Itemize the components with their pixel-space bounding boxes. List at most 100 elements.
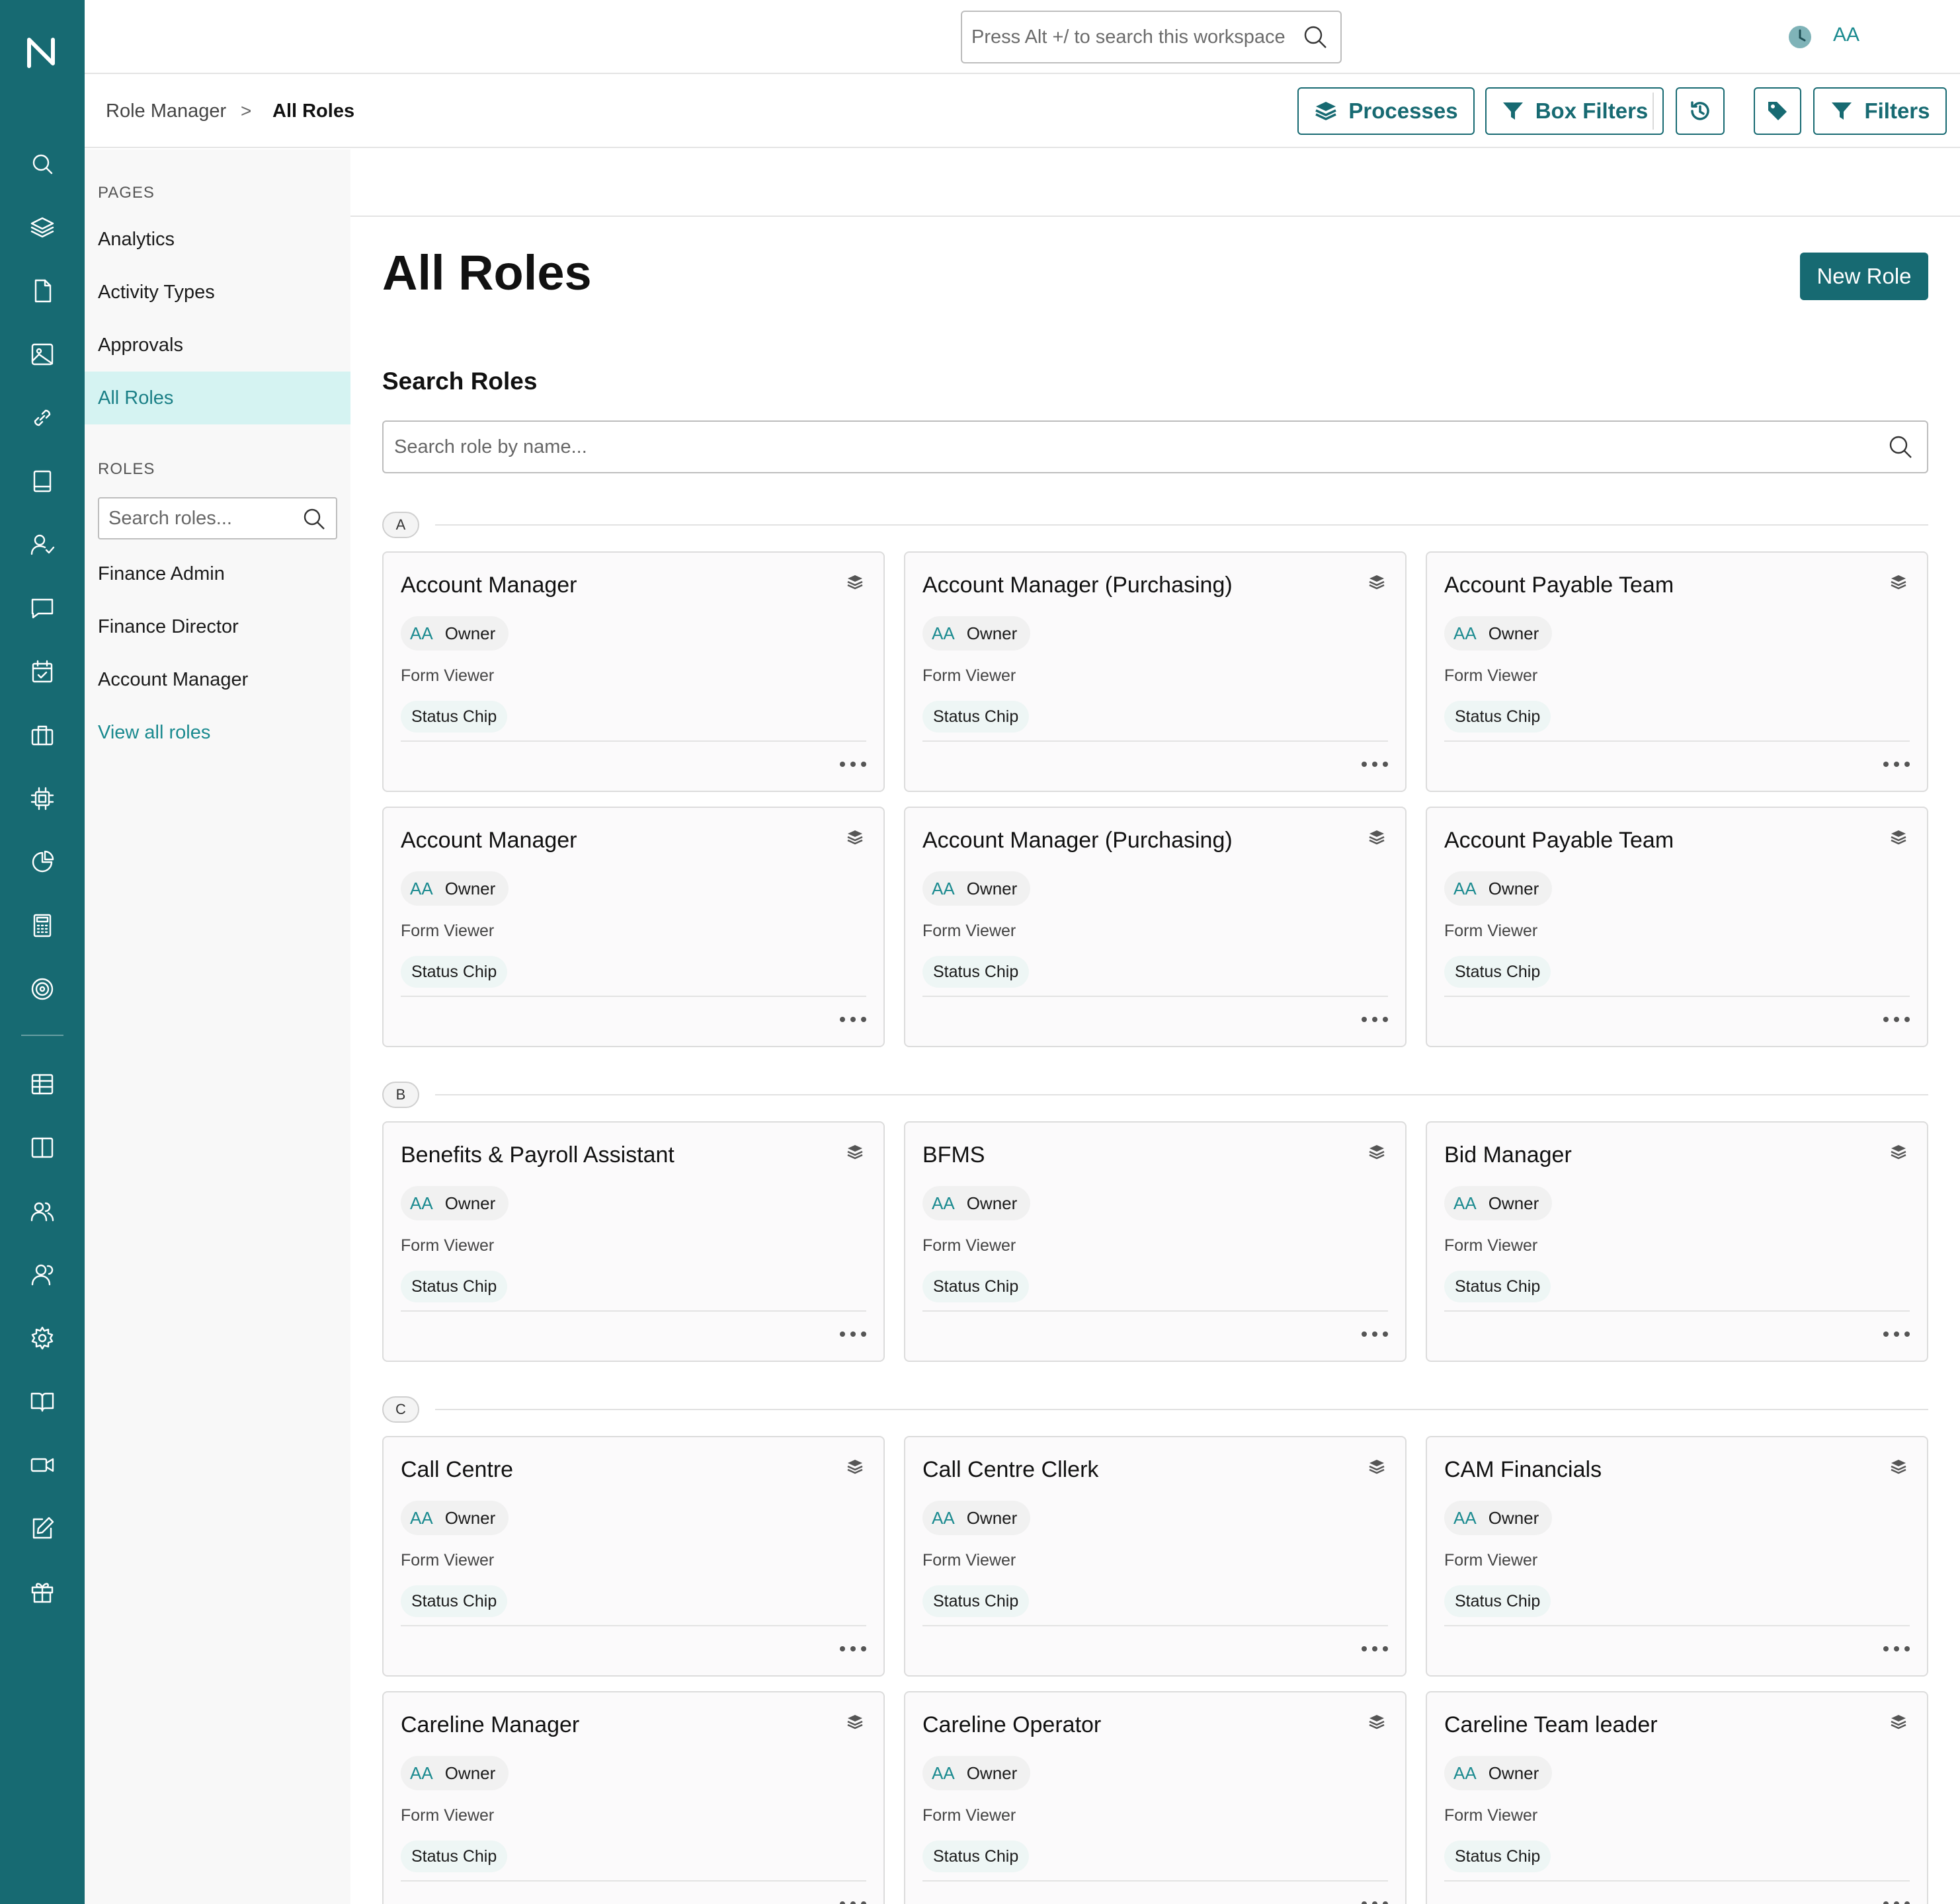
- role-card[interactable]: Call Centre AA Owner Form Viewer Status Chip: [382, 1436, 885, 1677]
- status-chip[interactable]: Status Chip: [922, 1271, 1030, 1302]
- role-card[interactable]: Account Payable Team AA Owner Form Viewer St…: [1426, 807, 1928, 1047]
- more-options-icon[interactable]: [840, 1013, 866, 1026]
- more-options-icon[interactable]: [840, 1897, 866, 1904]
- role-card-title[interactable]: Account Manager: [401, 828, 577, 853]
- role-card-title[interactable]: Call Centre Cllerk: [922, 1457, 1098, 1483]
- role-card-title[interactable]: Call Centre: [401, 1457, 513, 1483]
- role-card-title[interactable]: Account Payable Team: [1444, 573, 1674, 598]
- owner-chip[interactable]: AA Owner: [1444, 1186, 1553, 1220]
- status-chip[interactable]: Status Chip: [1444, 956, 1551, 988]
- status-chip[interactable]: Status Chip: [401, 1271, 508, 1302]
- role-card-title[interactable]: Account Manager: [401, 573, 577, 598]
- more-options-icon[interactable]: [1883, 1897, 1910, 1904]
- owner-chip[interactable]: AA Owner: [1444, 1501, 1553, 1535]
- sidebar-role-account-manager[interactable]: Account Manager: [85, 653, 350, 706]
- search-icon[interactable]: [1302, 24, 1328, 50]
- sidebar-role-finance-admin[interactable]: Finance Admin: [85, 547, 350, 600]
- status-chip[interactable]: Status Chip: [922, 956, 1030, 988]
- status-chip[interactable]: Status Chip: [922, 1841, 1030, 1872]
- gift-icon[interactable]: [26, 1576, 58, 1608]
- status-chip[interactable]: Status Chip: [1444, 1841, 1551, 1872]
- search-icon[interactable]: [1887, 434, 1914, 460]
- status-chip[interactable]: Status Chip: [401, 1585, 508, 1617]
- more-options-icon[interactable]: [1362, 758, 1388, 771]
- owner-chip[interactable]: AA Owner: [1444, 616, 1553, 651]
- message-icon[interactable]: [26, 592, 58, 624]
- role-card[interactable]: Account Manager (Purchasing) AA Owner Form …: [904, 807, 1407, 1047]
- more-options-icon[interactable]: [1362, 1328, 1388, 1341]
- breadcrumb-parent[interactable]: Role Manager: [106, 100, 226, 122]
- owner-chip[interactable]: AA Owner: [922, 1186, 1031, 1220]
- sidebar-item-approvals[interactable]: Approvals: [85, 319, 350, 372]
- owner-chip[interactable]: AA Owner: [401, 616, 509, 651]
- pie-chart-icon[interactable]: [26, 846, 58, 878]
- role-card[interactable]: Benefits & Payroll Assistant AA Owner Form …: [382, 1121, 885, 1362]
- more-options-icon[interactable]: [1362, 1013, 1388, 1026]
- role-card-title[interactable]: BFMS: [922, 1142, 985, 1168]
- sidebar-item-activity-types[interactable]: Activity Types: [85, 266, 350, 319]
- processes-button[interactable]: Processes: [1297, 87, 1475, 135]
- role-card-title[interactable]: Account Manager (Purchasing): [922, 573, 1233, 598]
- columns-icon[interactable]: [26, 1132, 58, 1164]
- status-chip[interactable]: Status Chip: [1444, 1271, 1551, 1302]
- more-options-icon[interactable]: [1362, 1897, 1388, 1904]
- roles-search[interactable]: [98, 497, 337, 539]
- more-options-icon[interactable]: [1883, 1328, 1910, 1341]
- owner-chip[interactable]: AA Owner: [401, 1501, 509, 1535]
- role-search[interactable]: [382, 420, 1928, 473]
- role-card-title[interactable]: CAM Financials: [1444, 1457, 1602, 1483]
- owner-chip[interactable]: AA Owner: [1444, 871, 1553, 906]
- status-chip[interactable]: Status Chip: [401, 701, 508, 733]
- role-card[interactable]: Careline Manager AA Owner Form Viewer Status…: [382, 1691, 885, 1904]
- user-check-icon[interactable]: [26, 529, 58, 561]
- sidebar-item-analytics[interactable]: Analytics: [85, 213, 350, 266]
- video-icon[interactable]: [26, 1449, 58, 1481]
- more-options-icon[interactable]: [1362, 1642, 1388, 1655]
- search-icon[interactable]: [302, 506, 327, 532]
- owner-chip[interactable]: AA Owner: [922, 871, 1031, 906]
- roles-search-input[interactable]: [108, 498, 294, 538]
- new-role-button[interactable]: New Role: [1800, 253, 1928, 300]
- tag-button[interactable]: [1754, 87, 1801, 135]
- global-search[interactable]: [961, 11, 1342, 63]
- app-logo-icon[interactable]: [24, 34, 61, 71]
- role-card[interactable]: Bid Manager AA Owner Form Viewer Status Chip: [1426, 1121, 1928, 1362]
- clock-icon[interactable]: [1787, 24, 1813, 50]
- more-options-icon[interactable]: [1883, 1642, 1910, 1655]
- sidebar-item-all-roles[interactable]: All Roles: [85, 372, 350, 424]
- status-chip[interactable]: Status Chip: [922, 1585, 1030, 1617]
- status-chip[interactable]: Status Chip: [922, 701, 1030, 733]
- calculator-icon[interactable]: [26, 910, 58, 941]
- role-card[interactable]: Account Manager AA Owner Form Viewer Status …: [382, 551, 885, 792]
- role-card-title[interactable]: Bid Manager: [1444, 1142, 1572, 1168]
- layers-icon[interactable]: [26, 212, 58, 243]
- edit-icon[interactable]: [26, 1513, 58, 1544]
- role-card[interactable]: Careline Team leader AA Owner Form Viewer St…: [1426, 1691, 1928, 1904]
- role-card[interactable]: CAM Financials AA Owner Form Viewer Status C…: [1426, 1436, 1928, 1677]
- status-chip[interactable]: Status Chip: [1444, 1585, 1551, 1617]
- briefcase-icon[interactable]: [26, 719, 58, 751]
- more-options-icon[interactable]: [840, 758, 866, 771]
- role-card[interactable]: BFMS AA Owner Form Viewer Status Chip: [904, 1121, 1407, 1362]
- role-card-title[interactable]: Account Payable Team: [1444, 828, 1674, 853]
- user-avatar[interactable]: AA: [1833, 24, 1859, 46]
- role-card-title[interactable]: Benefits & Payroll Assistant: [401, 1142, 674, 1168]
- box-filters-button[interactable]: Box Filters: [1485, 87, 1664, 135]
- owner-chip[interactable]: AA Owner: [922, 1501, 1031, 1535]
- role-card[interactable]: Call Centre Cllerk AA Owner Form Viewer Stat…: [904, 1436, 1407, 1677]
- role-card[interactable]: Account Manager AA Owner Form Viewer Status …: [382, 807, 885, 1047]
- more-options-icon[interactable]: [840, 1328, 866, 1341]
- owner-chip[interactable]: AA Owner: [922, 1756, 1031, 1790]
- target-icon[interactable]: [26, 973, 58, 1005]
- status-chip[interactable]: Status Chip: [401, 1841, 508, 1872]
- status-chip[interactable]: Status Chip: [1444, 701, 1551, 733]
- image-icon[interactable]: [26, 338, 58, 370]
- file-icon[interactable]: [26, 275, 58, 307]
- more-options-icon[interactable]: [1883, 758, 1910, 771]
- link-icon[interactable]: [26, 402, 58, 434]
- search-icon[interactable]: [26, 148, 58, 180]
- calendar-check-icon[interactable]: [26, 656, 58, 688]
- users-icon[interactable]: [26, 1195, 58, 1227]
- role-card-title[interactable]: Careline Team leader: [1444, 1712, 1658, 1738]
- history-button[interactable]: [1676, 87, 1725, 135]
